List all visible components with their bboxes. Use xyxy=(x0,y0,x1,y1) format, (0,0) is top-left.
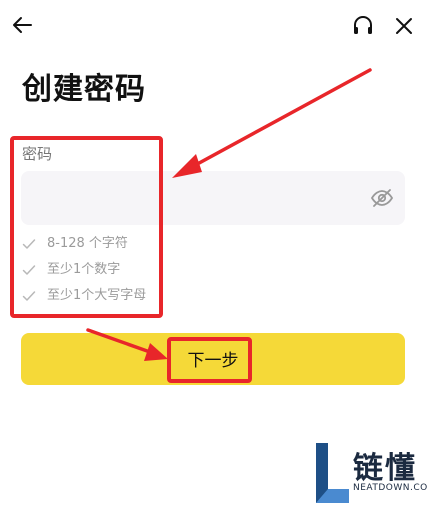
watermark-domain: NEATDOWN.COM xyxy=(353,483,427,493)
annotation-arrows xyxy=(86,68,372,361)
watermark-logo: 链懂 NEATDOWN.COM xyxy=(313,437,427,509)
logo-mark-icon xyxy=(316,443,349,503)
annotation-arrow-password xyxy=(172,68,372,178)
watermark-name: 链懂 xyxy=(353,451,417,486)
annotation-arrow-next xyxy=(86,328,168,361)
